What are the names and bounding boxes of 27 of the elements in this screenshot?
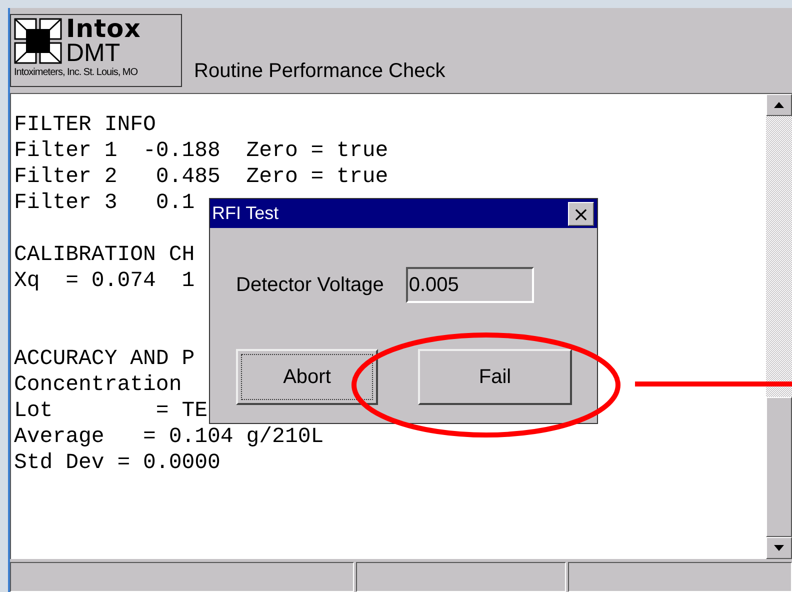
report-line: Lot = TE [14, 399, 208, 423]
logo-brand: Intox [66, 17, 141, 41]
field-label: Detector Voltage [236, 274, 384, 296]
report-line: Average = 0.104 g/210L [14, 425, 324, 449]
report-line: FILTER INFO [14, 113, 156, 137]
scroll-up-button[interactable] [766, 94, 792, 116]
window-title: Routine Performance Check [194, 60, 446, 83]
logo-icon [14, 18, 62, 64]
report-line: Std Dev = 0.0000 [14, 451, 220, 475]
dialog-button[interactable]: Abort [236, 349, 378, 405]
report-line: Concentration [14, 373, 182, 397]
report-line: Filter 3 0.1 [14, 191, 195, 215]
voltage-field[interactable]: 0.005 [406, 267, 534, 303]
report-line: Xq = 0.074 1 [14, 269, 195, 293]
close-button[interactable]: × [568, 202, 594, 226]
logo-model: DMT [66, 41, 122, 65]
report-line: Filter 1 -0.188 Zero = true [14, 139, 388, 163]
report-line: ACCURACY AND P [14, 347, 195, 371]
scroll-down-button[interactable] [766, 537, 792, 559]
report-line: Filter 2 0.485 Zero = true [14, 165, 388, 189]
report-line: CALIBRATION CH [14, 243, 195, 267]
down-arrow-icon [774, 545, 784, 551]
company-name: Intoximeters, Inc. St. Louis, MO [14, 67, 138, 78]
dialog-button[interactable]: Fail [418, 349, 572, 405]
scrollbar-thumb[interactable] [766, 397, 792, 537]
up-arrow-icon [774, 102, 784, 108]
dialog-title: RFI Test [212, 203, 279, 224]
